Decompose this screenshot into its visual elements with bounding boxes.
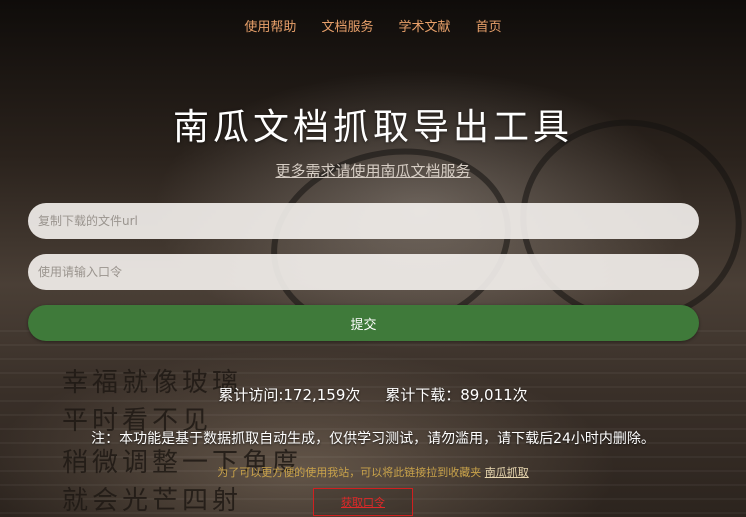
- top-nav: 使用帮助 文档服务 学术文献 首页: [0, 16, 746, 35]
- download-count: 累计下载：89,011次: [385, 386, 528, 404]
- url-input[interactable]: [28, 203, 699, 239]
- visit-count: 累计访问:172,159次: [218, 386, 361, 404]
- nav-doc-service[interactable]: 文档服务: [321, 20, 373, 35]
- bookmark-hint: 为了可以更方便的使用我站，可以将此链接拉到收藏夹 南瓜抓取: [0, 464, 746, 480]
- subtitle: 更多需求请使用南瓜文档服务: [0, 160, 746, 181]
- bookmark-text: 为了可以更方便的使用我站，可以将此链接拉到收藏夹: [217, 466, 482, 479]
- stats-bar: 累计访问:172,159次 累计下载：89,011次: [0, 384, 746, 405]
- nav-academic[interactable]: 学术文献: [399, 20, 451, 35]
- doc-service-link[interactable]: 更多需求请使用南瓜文档服务: [275, 162, 470, 180]
- bookmark-link[interactable]: 南瓜抓取: [485, 466, 529, 479]
- disclaimer-notice: 注：本功能是基于数据抓取自动生成，仅供学习测试，请勿滥用，请下载后24小时内删除…: [91, 431, 655, 447]
- nav-help[interactable]: 使用帮助: [244, 20, 296, 35]
- get-passcode-button[interactable]: 获取口令: [313, 488, 413, 516]
- passcode-input[interactable]: [28, 254, 699, 290]
- nav-home[interactable]: 首页: [476, 20, 502, 35]
- page-title: 南瓜文档抓取导出工具: [172, 107, 573, 148]
- background-handwriting-4: 就会光芒四射: [62, 486, 243, 516]
- submit-button[interactable]: 提交: [28, 305, 699, 341]
